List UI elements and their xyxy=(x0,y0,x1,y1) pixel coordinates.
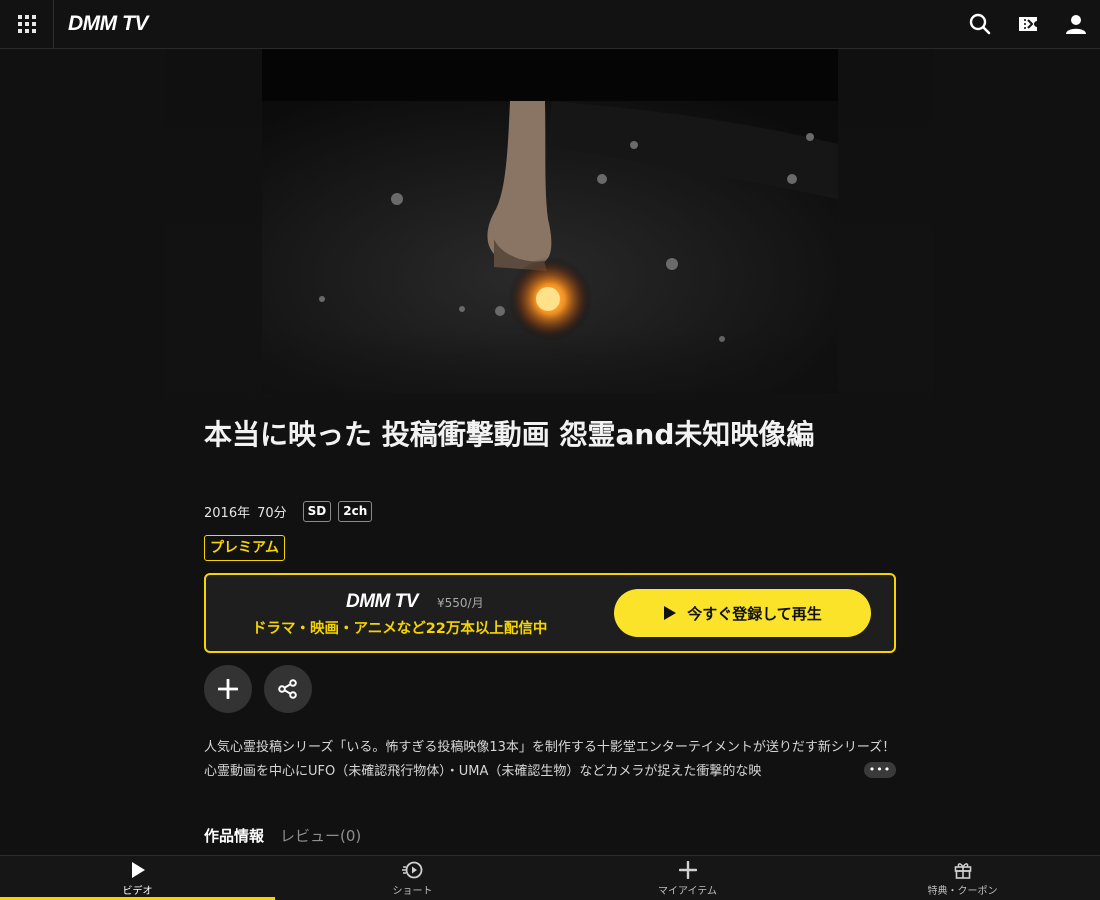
ticket-button[interactable] xyxy=(1016,12,1040,36)
tab-reviews[interactable]: レビュー(0) xyxy=(280,825,361,846)
play-icon xyxy=(664,606,677,620)
audio-badge: 2ch xyxy=(338,501,373,522)
nav-label-my-items: マイアイテム xyxy=(658,886,717,897)
nav-label-benefits-coupons: 特典・クーポン xyxy=(927,886,998,897)
plus-icon xyxy=(678,861,697,879)
add-icon xyxy=(218,679,238,699)
duration: 70分 xyxy=(257,506,287,521)
description-fade xyxy=(824,760,864,782)
expand-description-button[interactable]: ••• xyxy=(864,762,896,778)
tab-work-info[interactable]: 作品情報 xyxy=(204,825,264,846)
search-button[interactable] xyxy=(968,12,992,36)
subscription-promo: DMM TV ¥550/月 ドラマ・映画・アニメなど22万本以上配信中 今すぐ登… xyxy=(204,573,896,653)
release-year: 2016年 xyxy=(204,506,251,521)
ticket-icon xyxy=(1019,17,1037,31)
add-to-mylist-button[interactable] xyxy=(204,665,252,713)
user-button[interactable] xyxy=(1064,12,1088,36)
subscribe-button-label: 今すぐ登録して再生 xyxy=(687,604,822,623)
premium-badge: プレミアム xyxy=(204,535,286,561)
promo-copy: ドラマ・映画・アニメなど22万本以上配信中 xyxy=(252,621,548,637)
promo-logo: DMM TV xyxy=(346,591,418,612)
nav-item-my-items[interactable]: マイアイテム xyxy=(550,856,825,900)
promo-price: ¥550/月 xyxy=(437,596,484,610)
play-icon xyxy=(131,862,145,878)
short-play-icon xyxy=(401,861,422,879)
nav-label-short: ショート xyxy=(392,886,433,897)
nav-item-video[interactable]: ビデオ xyxy=(0,856,275,900)
gift-icon xyxy=(954,863,971,879)
grid-menu-icon xyxy=(17,15,36,33)
share-icon xyxy=(278,679,297,699)
share-button[interactable] xyxy=(264,665,312,713)
grid-menu-button[interactable] xyxy=(0,0,54,48)
nav-item-benefits-coupons[interactable]: 特典・クーポン xyxy=(825,856,1100,900)
nav-item-short[interactable]: ショート xyxy=(275,856,550,900)
bottom-navigation: ビデオ ショート マイアイテム 特典・クーポン xyxy=(0,855,1100,900)
app-header: DMM TV xyxy=(0,0,1100,49)
quality-badge: SD xyxy=(302,501,332,522)
dmm-tv-logo[interactable]: DMM TV xyxy=(68,12,148,36)
nav-label-video: ビデオ xyxy=(122,886,153,897)
user-icon xyxy=(1066,15,1086,34)
video-meta: 2016年 70分 SD 2ch xyxy=(204,500,373,523)
video-description: 人気心霊投稿シリーズ「いる。怖すぎる投稿映像13本」を制作する十影堂エンターテイ… xyxy=(204,740,896,779)
detail-tabs: 作品情報 レビュー(0) xyxy=(204,825,361,846)
video-title: 本当に映った 投稿衝撃動画 怨霊and未知映像編 xyxy=(204,418,815,451)
subscribe-and-play-button[interactable]: 今すぐ登録して再生 xyxy=(614,589,871,637)
search-icon xyxy=(969,13,991,35)
